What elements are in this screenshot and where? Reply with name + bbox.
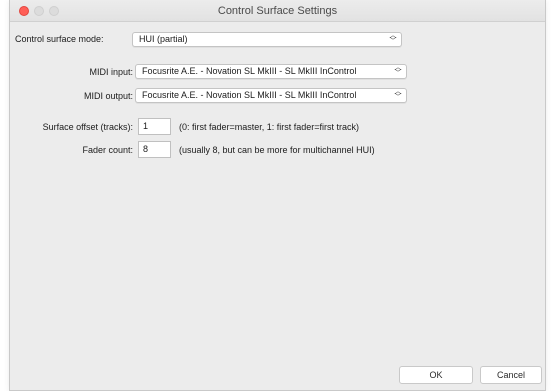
- settings-window: Control Surface Settings Control surface…: [9, 0, 546, 391]
- fader-count-label: Fader count:: [82, 145, 133, 155]
- midi-input-label: MIDI input:: [89, 67, 133, 77]
- cancel-button[interactable]: Cancel: [480, 366, 542, 384]
- midi-output-value: Focusrite A.E. - Novation SL MkIII - SL …: [142, 90, 357, 100]
- mode-label: Control surface mode:: [15, 34, 104, 44]
- chevron-updown-icon: ︿ ﹀: [389, 32, 397, 45]
- midi-input-value: Focusrite A.E. - Novation SL MkIII - SL …: [142, 66, 357, 76]
- mode-select[interactable]: HUI (partial) ︿ ﹀: [132, 32, 402, 47]
- mode-value: HUI (partial): [139, 34, 188, 44]
- midi-output-select[interactable]: Focusrite A.E. - Novation SL MkIII - SL …: [135, 88, 407, 103]
- ok-button[interactable]: OK: [399, 366, 473, 384]
- midi-input-select[interactable]: Focusrite A.E. - Novation SL MkIII - SL …: [135, 64, 407, 79]
- chevron-updown-icon: ︿ ﹀: [394, 64, 402, 77]
- chevron-updown-icon: ︿ ﹀: [394, 88, 402, 101]
- surface-offset-input[interactable]: 1: [138, 118, 171, 135]
- fader-count-hint: (usually 8, but can be more for multicha…: [179, 145, 375, 155]
- title-bar: Control Surface Settings: [10, 0, 545, 22]
- surface-offset-hint: (0: first fader=master, 1: first fader=f…: [179, 122, 360, 132]
- fader-count-input[interactable]: 8: [138, 141, 171, 158]
- surface-offset-label: Surface offset (tracks):: [42, 122, 133, 132]
- midi-output-label: MIDI output:: [83, 91, 133, 101]
- window-title: Control Surface Settings: [217, 5, 338, 17]
